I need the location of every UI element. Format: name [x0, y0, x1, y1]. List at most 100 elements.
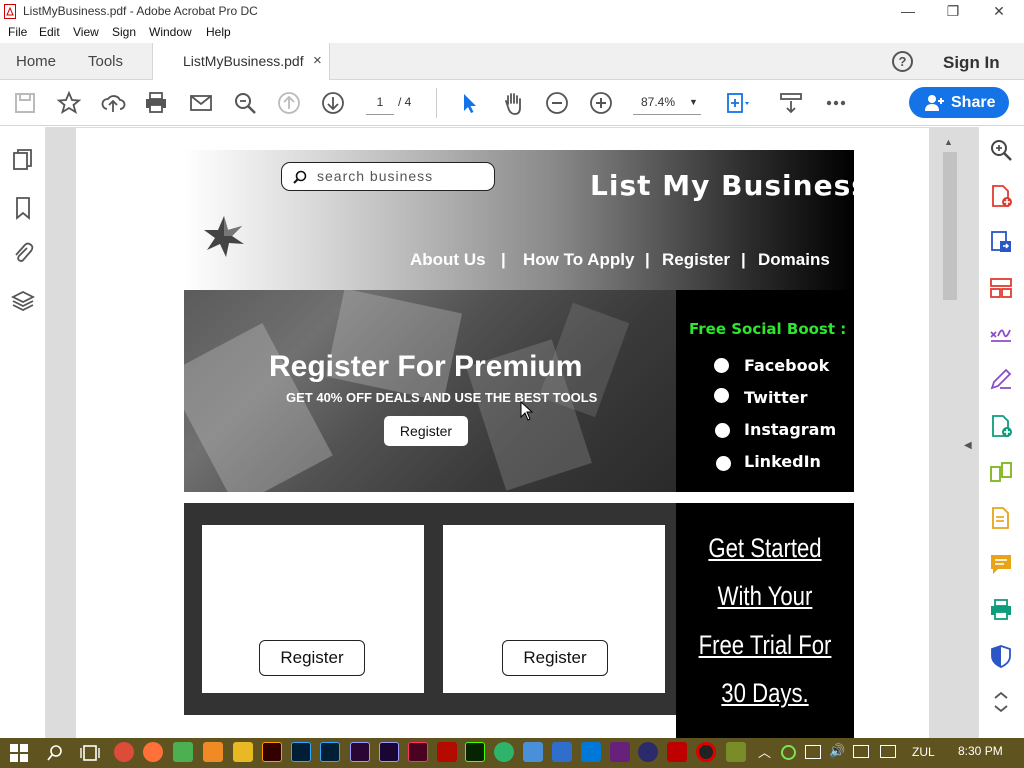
scroll-mode-icon[interactable] — [778, 90, 804, 116]
filezilla-icon[interactable] — [667, 742, 687, 762]
menu-file[interactable]: File — [8, 25, 27, 39]
print-production-icon[interactable] — [988, 597, 1014, 623]
previous-page-icon[interactable] — [276, 90, 302, 116]
tab-close-icon[interactable]: × — [313, 52, 322, 69]
tab-home[interactable]: Home — [16, 53, 56, 70]
dreamweaver-icon[interactable] — [465, 742, 485, 762]
action-center-icon[interactable] — [880, 745, 896, 758]
help-icon[interactable]: ? — [892, 51, 913, 72]
email-icon[interactable] — [188, 90, 214, 116]
photoshop-icon[interactable] — [291, 742, 311, 762]
sign-in-link[interactable]: Sign In — [943, 53, 1000, 73]
menu-window[interactable]: Window — [149, 25, 192, 39]
share-button[interactable]: Share — [909, 87, 1009, 118]
bookmark-star-icon[interactable] — [56, 90, 82, 116]
more-options-icon[interactable] — [823, 90, 849, 116]
app-icon[interactable] — [638, 742, 658, 762]
bookmarks-icon[interactable] — [10, 195, 36, 221]
taskbar-clock[interactable]: 8:30 PM — [958, 744, 1003, 758]
app-icon[interactable] — [523, 742, 543, 762]
menu-sign[interactable]: Sign — [112, 25, 136, 39]
windows-start-icon[interactable] — [10, 744, 28, 762]
select-cursor-icon[interactable] — [456, 90, 482, 116]
fit-page-icon[interactable] — [724, 90, 750, 116]
lightroom-icon[interactable] — [320, 742, 340, 762]
trial-line[interactable]: Get Started — [692, 533, 838, 564]
trial-line[interactable]: Free Trial For — [692, 630, 838, 661]
recorder-icon[interactable] — [696, 742, 716, 762]
save-icon[interactable] — [12, 90, 38, 116]
menu-edit[interactable]: Edit — [39, 25, 60, 39]
page-thumbnails-icon[interactable] — [10, 147, 36, 173]
scroll-up-icon[interactable]: ▲ — [944, 137, 953, 147]
social-linkedin[interactable]: LinkedIn — [744, 452, 821, 471]
attachments-icon[interactable] — [10, 240, 36, 266]
menu-help[interactable]: Help — [206, 25, 231, 39]
acrobat-taskbar-icon[interactable] — [437, 742, 457, 762]
social-twitter[interactable]: Twitter — [744, 388, 807, 407]
create-pdf-icon[interactable] — [988, 183, 1014, 209]
vscode-icon[interactable] — [581, 742, 601, 762]
after-effects-icon[interactable] — [379, 742, 399, 762]
scrollbar-thumb[interactable] — [943, 152, 957, 300]
compare-files-icon[interactable] — [988, 459, 1014, 485]
indesign-icon[interactable] — [408, 742, 428, 762]
premiere-icon[interactable] — [350, 742, 370, 762]
app-icon[interactable] — [173, 742, 193, 762]
social-facebook[interactable]: Facebook — [744, 356, 829, 375]
firefox-icon[interactable] — [143, 742, 163, 762]
trial-line[interactable]: 30 Days. — [692, 678, 838, 709]
scan-ocr-icon[interactable] — [988, 505, 1014, 531]
layers-icon[interactable] — [10, 288, 36, 314]
tray-app-icon[interactable] — [781, 745, 796, 760]
taskbar-search-icon[interactable] — [46, 744, 64, 762]
nav-domains[interactable]: Domains — [758, 250, 830, 270]
zoom-level-select[interactable]: 87.4% ▼ — [633, 91, 701, 115]
zoom-in-icon[interactable] — [588, 90, 614, 116]
vlc-icon[interactable] — [203, 742, 223, 762]
minimize-button[interactable]: — — [898, 2, 918, 20]
keyboard-icon[interactable] — [853, 745, 869, 758]
nav-how-to-apply[interactable]: How To Apply — [523, 250, 634, 270]
file-explorer-icon[interactable] — [233, 742, 253, 762]
tab-document[interactable]: ListMyBusiness.pdf × — [152, 43, 330, 81]
app-icon[interactable] — [552, 742, 572, 762]
card-register-button[interactable]: Register — [502, 640, 608, 676]
card-register-button[interactable]: Register — [259, 640, 365, 676]
app-icon[interactable] — [494, 742, 514, 762]
next-page-icon[interactable] — [320, 90, 346, 116]
zoom-search-icon[interactable] — [232, 90, 258, 116]
export-pdf-icon[interactable] — [988, 229, 1014, 255]
trial-line[interactable]: With Your — [692, 581, 838, 612]
input-language[interactable]: ZUL — [912, 745, 935, 759]
combine-files-icon[interactable] — [988, 413, 1014, 439]
visual-studio-icon[interactable] — [610, 742, 630, 762]
close-window-button[interactable]: ✕ — [989, 2, 1009, 20]
illustrator-icon[interactable] — [262, 742, 282, 762]
protect-shield-icon[interactable] — [988, 643, 1014, 669]
expand-right-pane-icon[interactable]: ◀ — [964, 440, 972, 451]
organize-pages-icon[interactable] — [988, 275, 1014, 301]
social-instagram[interactable]: Instagram — [744, 420, 836, 439]
chrome-icon[interactable] — [114, 742, 134, 762]
hero-register-button[interactable]: Register — [384, 416, 468, 446]
nav-about-us[interactable]: About Us — [410, 250, 486, 270]
tab-tools[interactable]: Tools — [88, 53, 123, 70]
fill-and-sign-icon[interactable] — [988, 320, 1014, 346]
tray-chevron-icon[interactable]: ︿ — [758, 742, 771, 761]
app-icon[interactable] — [726, 742, 746, 762]
page-number-input[interactable]: 1 — [366, 91, 394, 115]
zoom-out-icon[interactable] — [544, 90, 570, 116]
restore-button[interactable]: ❐ — [943, 2, 963, 20]
volume-icon[interactable]: 🔊 — [829, 743, 845, 759]
task-view-icon[interactable] — [80, 744, 100, 762]
menu-view[interactable]: View — [73, 25, 99, 39]
hand-tool-icon[interactable] — [500, 90, 526, 116]
search-input[interactable]: search business — [281, 162, 495, 191]
edit-pdf-pen-icon[interactable] — [988, 366, 1014, 392]
zoom-pane-icon[interactable] — [988, 137, 1014, 163]
comment-icon[interactable] — [988, 551, 1014, 577]
print-icon[interactable] — [143, 90, 169, 116]
network-icon[interactable] — [805, 745, 821, 759]
nav-register[interactable]: Register — [662, 250, 730, 270]
